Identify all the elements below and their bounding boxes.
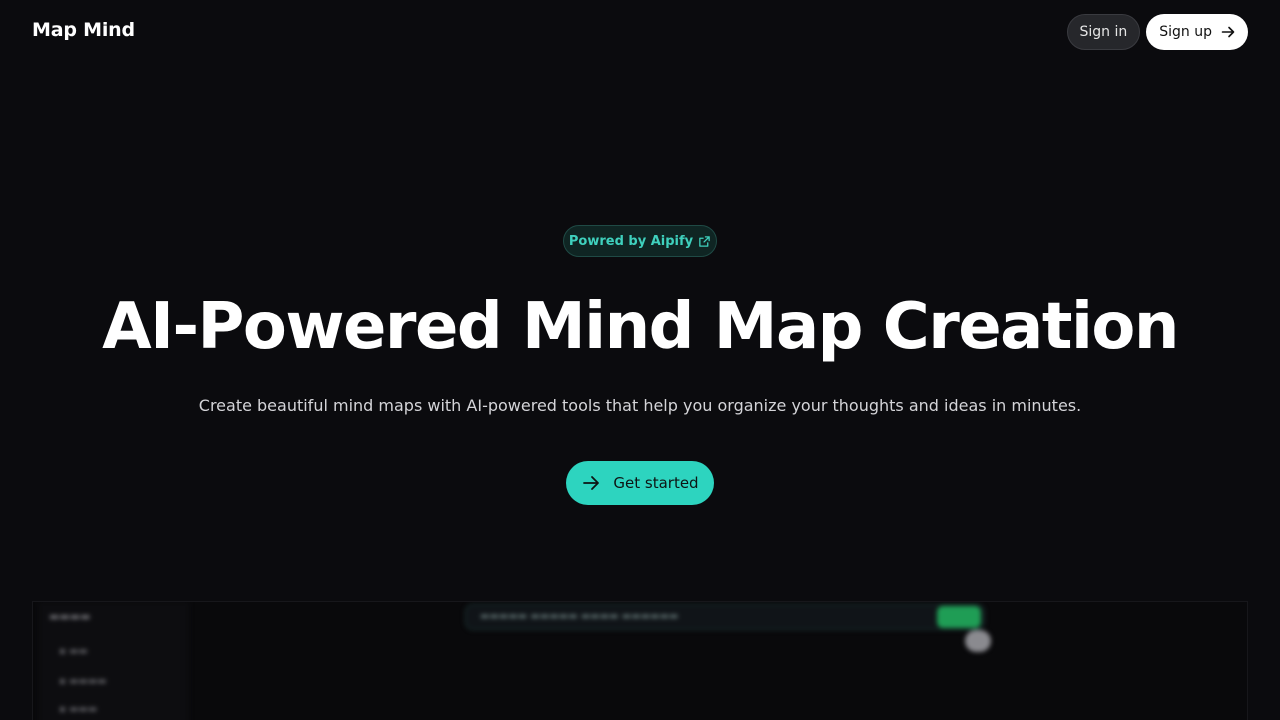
preview-search-bar: ▬▬▬▬▬ ▬▬▬▬▬ ▬▬▬▬ ▬▬▬▬▬▬	[465, 604, 985, 630]
preview-sidebar-item: ▪ ▬▬▬	[59, 704, 98, 715]
badge-label: Powred by Aipify	[568, 233, 694, 249]
brand-logo[interactable]: Map Mind	[32, 19, 135, 41]
sign-up-label: Sign up	[1159, 24, 1212, 40]
get-started-button[interactable]: Get started	[566, 461, 714, 505]
external-link-icon	[699, 235, 710, 247]
preview-sidebar-item: ▪ ▬▬▬▬	[59, 676, 107, 687]
preview-avatar	[965, 630, 991, 652]
arrow-right-icon	[583, 476, 600, 490]
preview-search-text: ▬▬▬▬▬ ▬▬▬▬▬ ▬▬▬▬ ▬▬▬▬▬▬	[480, 611, 679, 622]
sign-in-button[interactable]: Sign in	[1066, 14, 1141, 50]
preview-generate-button	[937, 606, 981, 628]
sign-in-label: Sign in	[1079, 24, 1128, 40]
auth-buttons: Sign in Sign up	[1066, 14, 1248, 50]
arrow-right-icon	[1221, 26, 1235, 38]
powered-by-badge[interactable]: Powred by Aipify	[563, 225, 717, 257]
preview-sidebar-title: ▬▬▬▬	[49, 610, 91, 623]
app-preview-image: ▬▬▬▬ ▪ ▬▬ ▪ ▬▬▬▬ ▪ ▬▬▬ ▬▬▬▬▬ ▬▬▬▬▬ ▬▬▬▬ …	[32, 601, 1248, 720]
hero-title: AI-Powered Mind Map Creation	[102, 290, 1179, 364]
hero-subtitle: Create beautiful mind maps with AI-power…	[198, 396, 1082, 415]
sign-up-button[interactable]: Sign up	[1146, 14, 1248, 50]
landing-page: Map Mind Sign in Sign up Powred by Aipif…	[0, 0, 1280, 720]
preview-sidebar-item: ▪ ▬▬	[59, 646, 88, 657]
preview-sidebar: ▬▬▬▬ ▪ ▬▬ ▪ ▬▬▬▬ ▪ ▬▬▬	[39, 602, 189, 720]
get-started-label: Get started	[613, 474, 699, 492]
app-preview-blurred: ▬▬▬▬ ▪ ▬▬ ▪ ▬▬▬▬ ▪ ▬▬▬ ▬▬▬▬▬ ▬▬▬▬▬ ▬▬▬▬ …	[33, 602, 1247, 720]
